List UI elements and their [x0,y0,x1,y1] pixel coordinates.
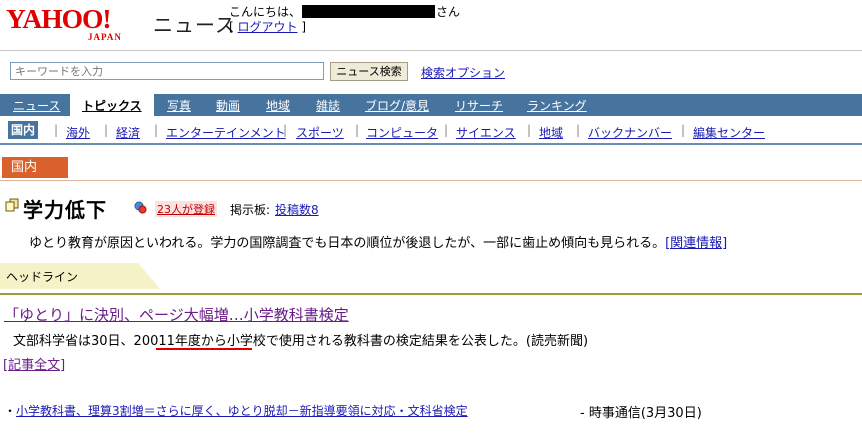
topic-description-text: ゆとり教育が原因といわれる。学力の国際調査でも日本の順位が後退したが、一部に歯止… [29,236,666,251]
subnav-science[interactable]: サイエンス [456,124,516,141]
subnav-separator: | [355,123,360,137]
subnav-separator: | [154,123,159,137]
category-tab: 国内 [2,157,68,178]
search-options-link[interactable]: 検索オプション [421,64,505,81]
article-summary: 文部科学省は30日、20011年度から小学校で使用される教科書の検定結果を公表し… [13,334,589,349]
article-title-link[interactable]: 「ゆとり」に決別、ページ大幅増…小学教科書検定 [4,304,349,325]
subnav-separator: | [283,123,288,137]
nav-topics[interactable]: トピックス [70,94,154,116]
subnav-separator: | [576,123,581,137]
nav-magazines[interactable]: 雑誌 [316,97,340,114]
subnav-separator: | [54,123,59,137]
news-search-button[interactable]: ニュース検索 [330,62,408,81]
nav-local[interactable]: 地域 [266,97,290,114]
bracket-open: [ [229,20,238,34]
greeting-suffix: さん [436,5,461,19]
yahoo-japan-logo[interactable]: YAHOO! JAPAN [6,4,152,42]
category-divider [0,180,862,181]
redacted-username [302,5,436,18]
full-article-link[interactable]: [記事全文] [3,354,65,373]
subnav-separator: | [444,123,449,137]
topic-title: 学力低下 [23,198,107,222]
subnav-overseas[interactable]: 海外 [66,124,90,141]
main-nav: ニュース トピックス 写真 動画 地域 雑誌 ブログ/意見 リサーチ ランキング [0,94,862,116]
subnav-sports[interactable]: スポーツ [296,124,344,141]
bullet: ・ [4,404,17,418]
subnav-domestic[interactable]: 国内 [8,121,39,139]
search-input[interactable] [10,62,324,80]
board-label: 掲示板: [230,203,271,217]
nav-news[interactable]: ニュース [13,97,60,114]
logo-text: YAHOO! [6,4,112,34]
header-divider [0,50,862,51]
subnav-back-numbers[interactable]: バックナンバー [588,124,672,141]
subnav-entertainment[interactable]: エンターテインメント [166,124,286,141]
sub-nav: 国内 | 海外 | 経済 | エンターテインメント | スポーツ | コンピュー… [0,116,862,145]
topic-pages-icon [5,198,19,212]
red-underline-annotation [156,348,252,350]
subnav-local[interactable]: 地域 [539,124,563,141]
registration-icon[interactable] [134,201,147,214]
registered-count-link[interactable]: 23人が登録 [155,201,217,217]
subnav-separator: | [104,123,109,137]
subnav-editorial-center[interactable]: 編集センター [693,124,765,141]
headline-divider [0,293,862,295]
subnav-separator: | [681,123,686,137]
nav-photos[interactable]: 写真 [167,97,191,114]
headline-label: ヘッドライン [6,270,79,284]
nav-research[interactable]: リサーチ [455,97,503,114]
logout-area: [ ログアウト ] [229,18,306,35]
nav-ranking[interactable]: ランキング [527,97,587,114]
related-info-link[interactable]: [関連情報] [665,236,727,251]
subnav-separator: | [527,123,532,137]
section-title: ニュース [153,13,236,37]
greeting-prefix: こんにちは、 [229,5,302,19]
subnav-computer[interactable]: コンピュータ [366,124,438,141]
topic-description: ゆとり教育が原因といわれる。学力の国際調査でも日本の順位が後退したが、一部に歯止… [29,232,727,251]
bracket-close: ] [297,20,307,34]
nav-blog-opinion[interactable]: ブログ/意見 [365,97,429,114]
logout-link[interactable]: ログアウト [238,20,298,34]
related-article-source: - 時事通信(3月30日) [580,406,702,421]
board-posts-link[interactable]: 投稿数8 [275,201,319,218]
nav-video[interactable]: 動画 [216,97,240,114]
logo-subtext: JAPAN [88,32,122,42]
related-article-link[interactable]: 小学教科書、理算3割増＝さらに厚く、ゆとり脱却－新指導要領に対応・文科省検定 [16,402,468,419]
subnav-economy[interactable]: 経済 [116,124,140,141]
